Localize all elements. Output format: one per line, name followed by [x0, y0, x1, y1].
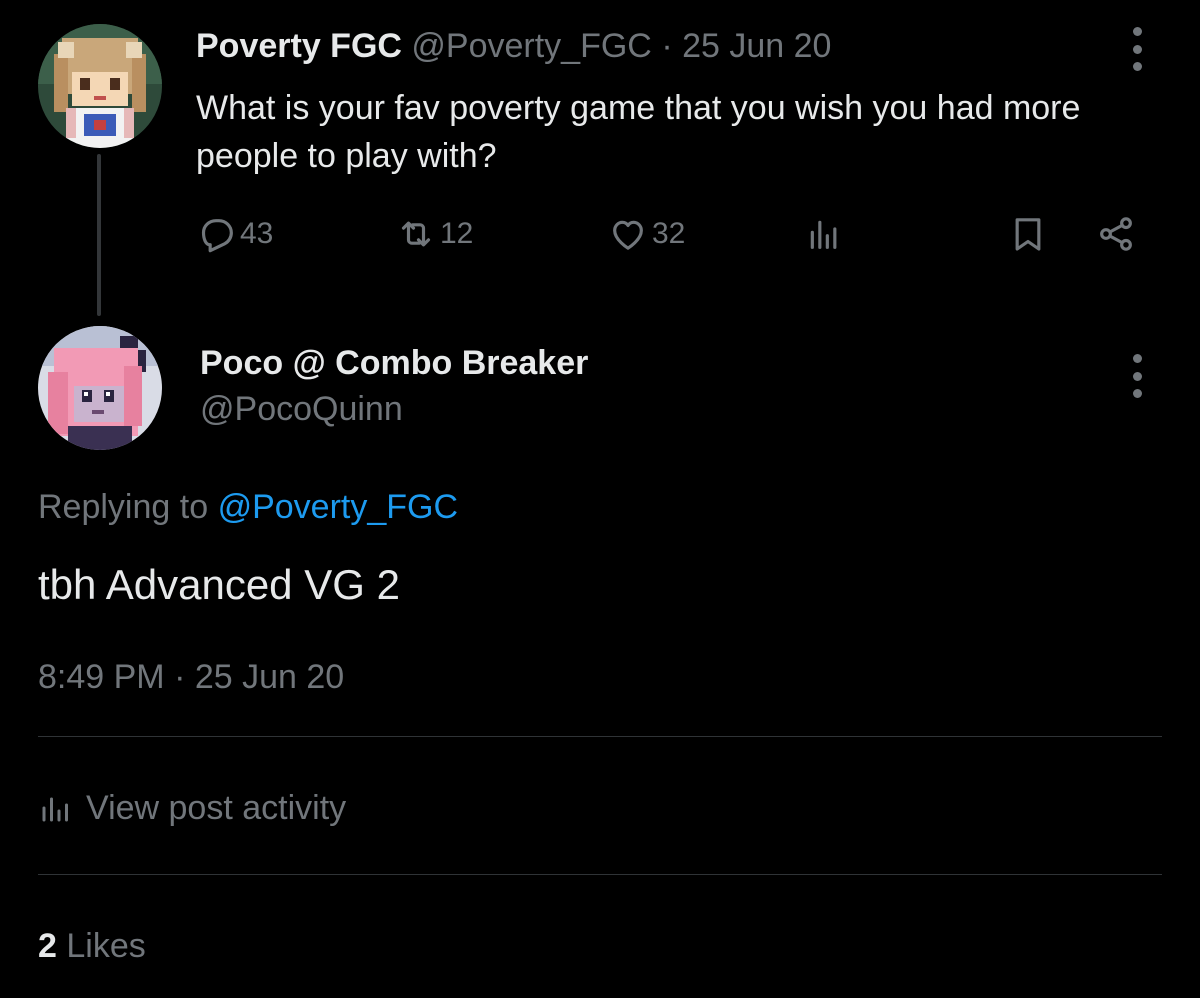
parent-display-name[interactable]: Poverty FGC — [196, 27, 402, 65]
replying-to-line: Replying to @Poverty_FGC — [38, 484, 458, 530]
share-icon — [1100, 217, 1132, 251]
reply-tweet-text: tbh Advanced VG 2 — [38, 561, 400, 608]
replying-to-label: Replying to — [38, 488, 209, 526]
parent-handle[interactable]: @Poverty_FGC — [411, 27, 651, 65]
more-icon — [1132, 354, 1142, 363]
views-icon — [810, 220, 837, 249]
more-icon-dot — [1132, 44, 1142, 54]
replying-to-mention[interactable]: @Poverty_FGC — [218, 488, 458, 526]
reply-display-name[interactable]: Poco @ Combo Breaker — [200, 340, 588, 386]
view-post-activity-label: View post activity — [86, 788, 347, 827]
parent-more-button[interactable] — [1127, 27, 1147, 71]
thread-connector-line — [97, 154, 101, 316]
activity-icon — [42, 797, 68, 822]
share-button[interactable] — [1096, 206, 1136, 262]
views-button[interactable] — [804, 206, 844, 262]
more-icon-dot — [1132, 389, 1142, 398]
reply-icon — [201, 219, 233, 253]
like-icon — [613, 220, 643, 250]
parent-tweet-header: Poverty FGC @Poverty_FGC · 25 Jun 20 — [196, 22, 831, 70]
like-count: 32 — [652, 217, 686, 250]
likes-summary[interactable]: 2 Likes — [38, 922, 146, 970]
parent-action-bar: 43 12 32 — [196, 206, 1146, 262]
more-icon-dot — [1132, 371, 1142, 381]
parent-tweet-text: What is your fav poverty game that you w… — [196, 89, 1081, 175]
divider — [38, 736, 1162, 737]
tweet-detail-page: Poverty FGC @Poverty_FGC · 25 Jun 20 Wha… — [0, 0, 1200, 998]
bookmark-icon — [1015, 218, 1041, 251]
reply-handle[interactable]: @PocoQuinn — [200, 386, 403, 432]
likes-count: 2 — [38, 927, 57, 965]
divider — [38, 874, 1162, 875]
retweet-count: 12 — [440, 217, 474, 250]
reply-avatar-image — [38, 326, 162, 450]
parent-avatar[interactable] — [38, 24, 162, 148]
more-icon-dot — [1132, 62, 1142, 71]
bookmark-button[interactable] — [1008, 206, 1048, 262]
reply-more-button[interactable] — [1127, 354, 1147, 398]
retweet-button[interactable]: 12 — [396, 206, 473, 262]
retweet-icon — [401, 221, 431, 247]
reply-count: 43 — [240, 217, 274, 250]
parent-date[interactable]: 25 Jun 20 — [682, 27, 831, 65]
reply-timestamp[interactable]: 8:49 PM · 25 Jun 20 — [38, 654, 344, 700]
likes-label: Likes — [66, 927, 146, 965]
parent-avatar-image — [38, 24, 162, 148]
reply-avatar[interactable] — [38, 326, 162, 450]
parent-separator: · — [661, 27, 673, 65]
more-icon — [1132, 27, 1142, 36]
like-button[interactable]: 32 — [608, 206, 685, 262]
reply-button[interactable]: 43 — [196, 206, 273, 262]
view-post-activity-link[interactable]: View post activity — [38, 784, 346, 832]
